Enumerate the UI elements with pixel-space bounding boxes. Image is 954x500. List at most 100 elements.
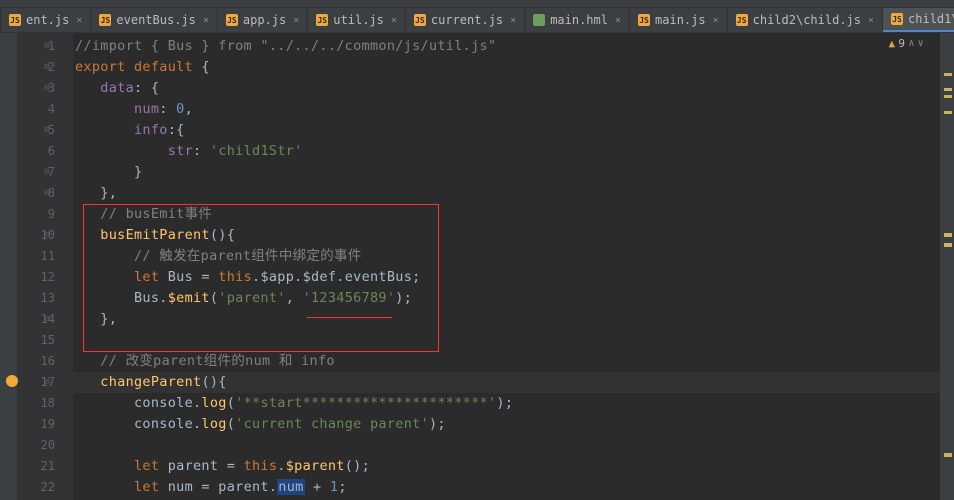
left-tool-strip bbox=[0, 33, 18, 500]
js-file-icon: JS bbox=[638, 14, 650, 26]
gutter-line: 1⊟ bbox=[18, 36, 55, 57]
warning-down[interactable]: ∨ bbox=[918, 38, 924, 49]
code-line[interactable]: export default { bbox=[73, 57, 940, 78]
tab-child2-child-js[interactable]: JS child2\child.js × bbox=[728, 8, 883, 32]
code-line[interactable]: }, bbox=[73, 183, 940, 204]
code-line[interactable]: busEmitParent(){ bbox=[73, 225, 940, 246]
gutter-line: 3⊟ bbox=[18, 78, 55, 99]
tab-label: eventBus.js bbox=[116, 13, 195, 27]
tab-label: app.js bbox=[243, 13, 286, 27]
tab-current-js[interactable]: JS current.js × bbox=[406, 8, 525, 32]
gutter-line: 19 bbox=[18, 414, 55, 435]
gutter: 1⊟2⊟3⊟45⊟67⊟8⊟910⊟11121314⊟151617⊟181920… bbox=[18, 33, 73, 500]
gutter-line: 10⊟ bbox=[18, 225, 55, 246]
overview-ruler[interactable] bbox=[940, 33, 954, 500]
close-icon[interactable]: × bbox=[291, 15, 301, 26]
overview-marker[interactable] bbox=[944, 233, 952, 237]
code-editor[interactable]: ▲ 9 ∧ ∨ //import { Bus } from "../../../… bbox=[73, 33, 940, 500]
gutter-line: 5⊟ bbox=[18, 120, 55, 141]
tab-label: main.hml bbox=[550, 13, 608, 27]
tab-label: child2\child.js bbox=[753, 13, 861, 27]
tab-app-js[interactable]: JS app.js × bbox=[218, 8, 308, 32]
close-icon[interactable]: × bbox=[866, 15, 876, 26]
intention-bulb-icon[interactable] bbox=[6, 375, 18, 387]
fold-icon[interactable]: ⊟ bbox=[44, 57, 49, 78]
gutter-line: 20 bbox=[18, 435, 55, 456]
gutter-line: 21 bbox=[18, 456, 55, 477]
tab-util-js[interactable]: JS util.js × bbox=[308, 8, 406, 32]
fold-icon[interactable]: ⊟ bbox=[44, 183, 49, 204]
close-icon[interactable]: × bbox=[613, 15, 623, 26]
fold-icon[interactable]: ⊟ bbox=[44, 78, 49, 99]
gutter-line: 9 bbox=[18, 204, 55, 225]
close-icon[interactable]: × bbox=[508, 15, 518, 26]
tab-bar: JS ent.js × JS eventBus.js × JS app.js × JS util.j… bbox=[0, 8, 954, 33]
js-file-icon: JS bbox=[9, 14, 21, 26]
code-line[interactable]: let Bus = this.$app.$def.eventBus; bbox=[73, 267, 940, 288]
fold-icon[interactable]: ⊟ bbox=[44, 162, 49, 183]
code-line[interactable]: info:{ bbox=[73, 120, 940, 141]
code-line[interactable]: str: 'child1Str' bbox=[73, 141, 940, 162]
warning-icon: ▲ bbox=[888, 37, 895, 50]
gutter-line: 22 bbox=[18, 477, 55, 498]
code-line[interactable] bbox=[73, 435, 940, 456]
hml-file-icon bbox=[533, 14, 545, 26]
tab-main-js[interactable]: JSmain.js× bbox=[630, 8, 728, 32]
gutter-line: 17⊟ bbox=[18, 372, 55, 393]
overview-marker[interactable] bbox=[944, 111, 952, 114]
code-line[interactable]: num: 0, bbox=[73, 99, 940, 120]
gutter-line: 2⊟ bbox=[18, 57, 55, 78]
fold-icon[interactable]: ⊟ bbox=[44, 225, 49, 246]
overview-marker[interactable] bbox=[944, 243, 952, 247]
gutter-line: 8⊟ bbox=[18, 183, 55, 204]
tab-eventBus-js[interactable]: JS eventBus.js × bbox=[91, 8, 218, 32]
js-file-icon: JS bbox=[99, 14, 111, 26]
fold-icon[interactable]: ⊟ bbox=[44, 372, 49, 393]
code-line[interactable]: }, bbox=[73, 309, 940, 330]
close-icon[interactable]: × bbox=[389, 15, 399, 26]
code-line[interactable]: let parent = this.$parent(); bbox=[73, 456, 940, 477]
gutter-line: 4 bbox=[18, 99, 55, 120]
warning-up[interactable]: ∧ bbox=[908, 38, 914, 49]
overview-marker[interactable] bbox=[944, 73, 952, 76]
tab-label: ent.js bbox=[26, 13, 69, 27]
code-line[interactable]: console.log('**start********************… bbox=[73, 393, 940, 414]
code-line[interactable]: // 改变parent组件的num 和 info bbox=[73, 351, 940, 372]
warning-badge[interactable]: ▲ 9 ∧ ∨ bbox=[888, 37, 924, 50]
js-file-icon: JS bbox=[226, 14, 238, 26]
fold-icon[interactable]: ⊟ bbox=[44, 36, 49, 57]
code-line[interactable]: changeParent(){ bbox=[73, 372, 940, 393]
overview-marker[interactable] bbox=[944, 95, 952, 98]
gutter-line: 7⊟ bbox=[18, 162, 55, 183]
code-line[interactable]: let num = parent.num + 1; bbox=[73, 477, 940, 498]
code-line[interactable]: Bus.$emit('parent', '123456789'); bbox=[73, 288, 940, 309]
tab-label: current.js bbox=[431, 13, 503, 27]
gutter-line: 6 bbox=[18, 141, 55, 162]
gutter-line: 14⊟ bbox=[18, 309, 55, 330]
overview-marker[interactable] bbox=[944, 453, 952, 457]
code-line[interactable]: console.log('current change parent'); bbox=[73, 414, 940, 435]
close-icon[interactable]: × bbox=[201, 15, 211, 26]
js-file-icon: JS bbox=[736, 14, 748, 26]
close-icon[interactable]: × bbox=[74, 15, 84, 26]
tab-child1-child-js[interactable]: JSchild1\child.js× bbox=[883, 8, 954, 32]
tab-label: util.js bbox=[333, 13, 384, 27]
code-line[interactable]: //import { Bus } from "../../../common/j… bbox=[73, 36, 940, 57]
js-file-icon: JS bbox=[891, 13, 903, 25]
code-line[interactable]: data: { bbox=[73, 78, 940, 99]
code-line[interactable]: // 触发在parent组件中绑定的事件 bbox=[73, 246, 940, 267]
fold-icon[interactable]: ⊟ bbox=[44, 120, 49, 141]
fold-icon[interactable]: ⊟ bbox=[44, 309, 49, 330]
gutter-line: 18 bbox=[18, 393, 55, 414]
warning-count: 9 bbox=[898, 37, 905, 50]
gutter-line: 13 bbox=[18, 288, 55, 309]
code-line[interactable]: } bbox=[73, 162, 940, 183]
code-line[interactable] bbox=[73, 330, 940, 351]
overview-marker[interactable] bbox=[944, 88, 952, 91]
tab-ent-js[interactable]: JS ent.js × bbox=[0, 8, 91, 32]
js-file-icon: JS bbox=[414, 14, 426, 26]
tab-main-hml[interactable]: main.hml × bbox=[525, 8, 630, 32]
code-line[interactable]: // busEmit事件 bbox=[73, 204, 940, 225]
close-icon[interactable]: × bbox=[711, 15, 721, 26]
js-file-icon: JS bbox=[316, 14, 328, 26]
